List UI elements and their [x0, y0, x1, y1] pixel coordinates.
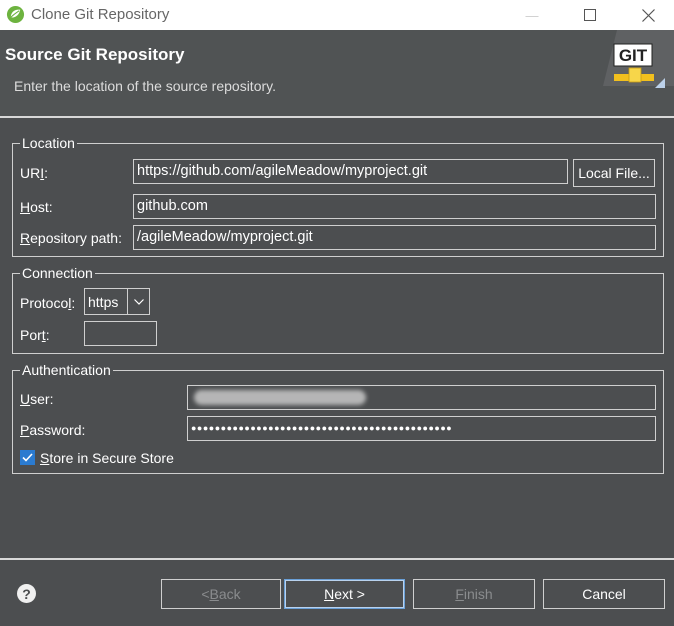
minimize-icon: —: [525, 7, 539, 23]
protocol-value: https: [88, 294, 119, 310]
port-input[interactable]: [84, 321, 157, 346]
close-icon: [641, 8, 655, 22]
checkmark-icon: [22, 453, 33, 462]
local-file-button[interactable]: Local File...: [573, 159, 655, 187]
cancel-button[interactable]: Cancel: [543, 579, 665, 609]
next-button[interactable]: Next >: [284, 579, 405, 609]
authentication-legend: Authentication: [20, 362, 113, 378]
password-label: Password:: [20, 422, 86, 438]
page-title: Source Git Repository: [5, 45, 185, 64]
location-legend: Location: [20, 135, 77, 151]
back-button[interactable]: < Back: [161, 579, 281, 609]
port-label: Port:: [20, 327, 50, 343]
protocol-label: Protocol:: [20, 295, 76, 311]
wizard-header: Source Git Repository Enter the location…: [0, 30, 674, 116]
footer-separator: [0, 558, 674, 560]
page-description: Enter the location of the source reposit…: [14, 78, 276, 94]
uri-input[interactable]: https://github.com/agileMeadow/myproject…: [133, 159, 568, 184]
store-secure-checkbox[interactable]: [20, 450, 35, 465]
close-button[interactable]: [625, 0, 671, 30]
title-bar: Clone Git Repository —: [0, 0, 674, 30]
host-label: Host:: [20, 199, 53, 215]
git-logo-icon: GIT: [603, 30, 674, 88]
finish-button[interactable]: Finish: [413, 579, 535, 609]
store-secure-label[interactable]: Store in Secure Store: [40, 450, 174, 466]
maximize-icon: [584, 9, 596, 21]
repository-path-label: Repository path:: [20, 230, 122, 246]
redacted-user-value: [194, 390, 366, 405]
uri-label: URI:: [20, 165, 49, 181]
host-input[interactable]: github.com: [133, 194, 656, 219]
maximize-button[interactable]: [567, 0, 613, 30]
protocol-select[interactable]: https: [84, 288, 150, 315]
user-label: User:: [20, 391, 54, 407]
connection-legend: Connection: [20, 265, 95, 281]
spring-leaf-icon: [6, 5, 25, 24]
window-title: Clone Git Repository: [31, 6, 170, 23]
header-separator: [0, 116, 674, 118]
git-logo-text: GIT: [619, 46, 648, 65]
chevron-down-icon[interactable]: [127, 289, 149, 314]
help-icon[interactable]: ?: [17, 584, 36, 603]
password-input[interactable]: ●●●●●●●●●●●●●●●●●●●●●●●●●●●●●●●●●●●●●●●●…: [187, 416, 656, 441]
repository-path-input[interactable]: /agileMeadow/myproject.git: [133, 225, 656, 250]
minimize-button[interactable]: —: [509, 0, 555, 30]
